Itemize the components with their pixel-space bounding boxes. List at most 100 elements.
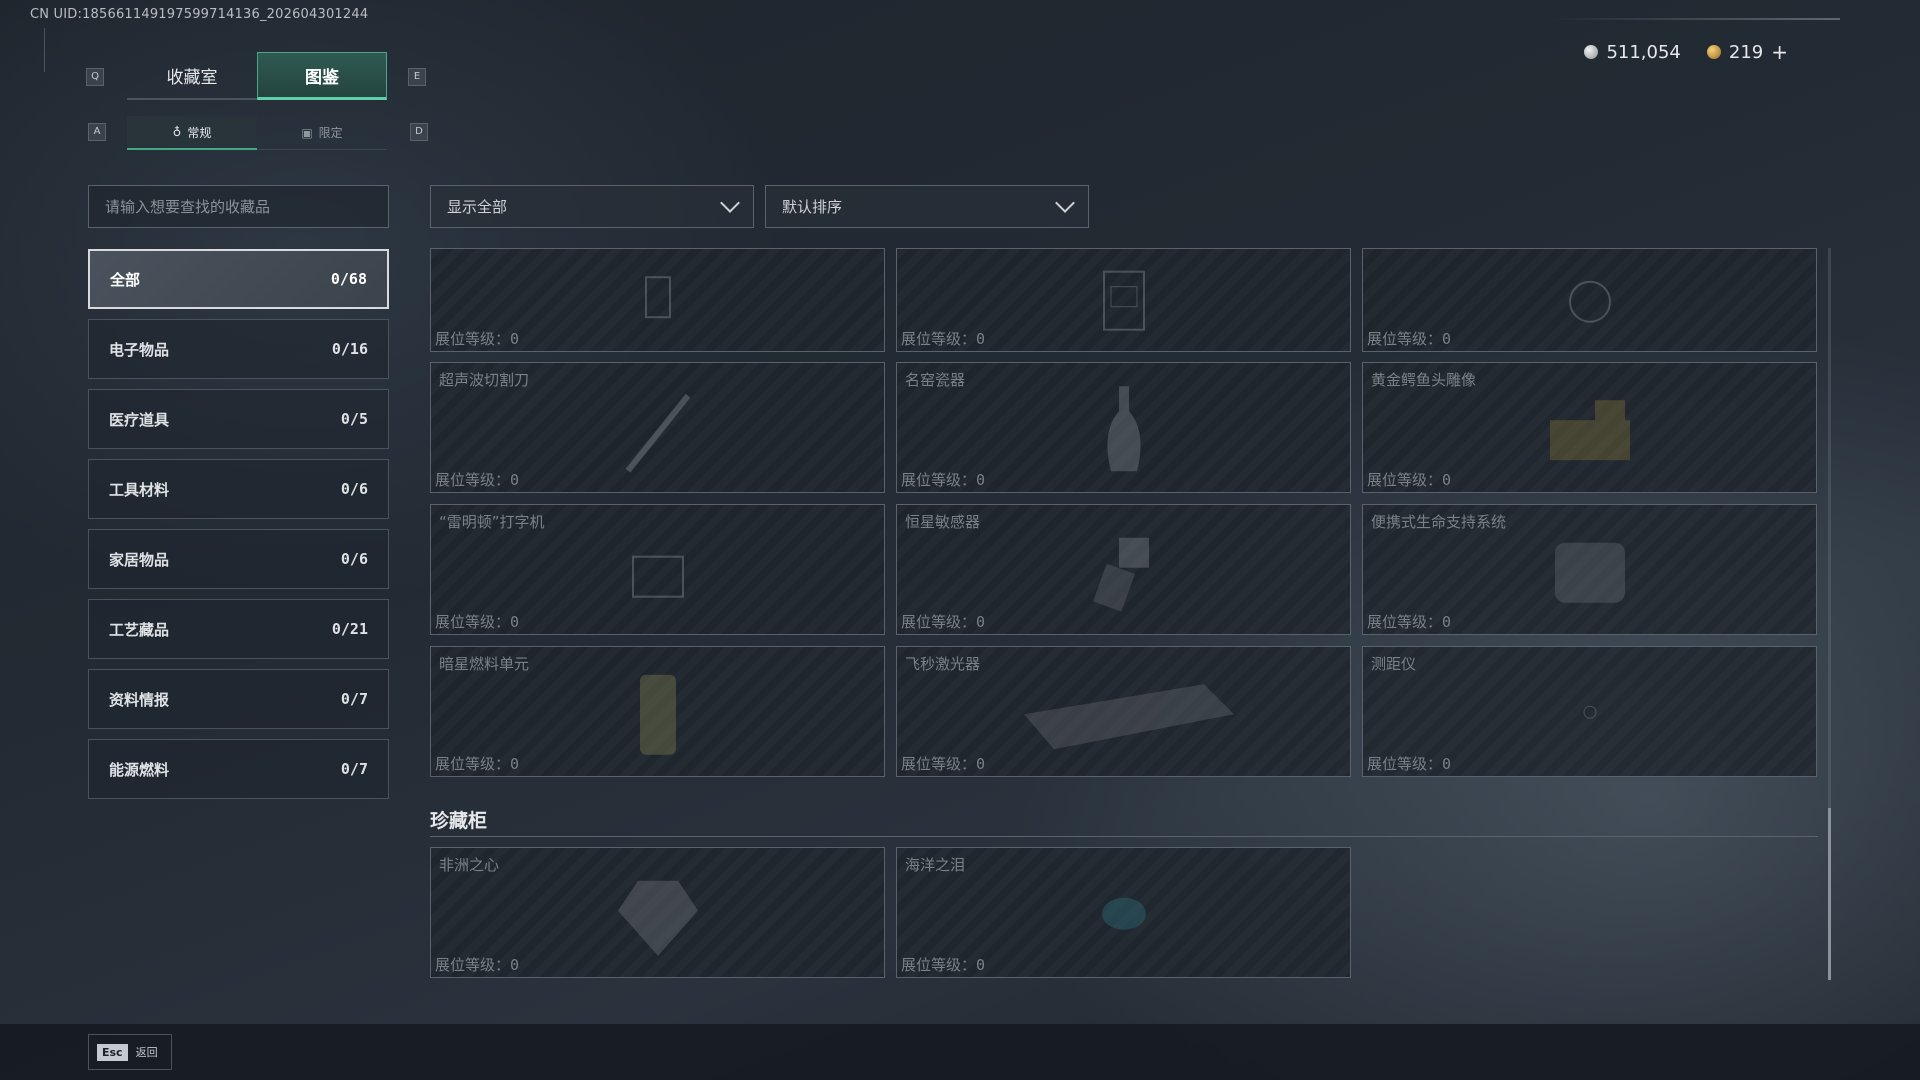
image-icon: ▣	[301, 125, 313, 140]
item-name: 黄金鳄鱼头雕像	[1371, 371, 1477, 389]
item-name: 测距仪	[1371, 655, 1417, 673]
item-name: 飞秒激光器	[905, 655, 981, 673]
item-card[interactable]: 黄金鳄鱼头雕像 展位等级：0	[1362, 362, 1817, 493]
category-count: 0/21	[331, 620, 368, 638]
category-label: 能源燃料	[109, 760, 170, 779]
item-level: 展位等级：0	[901, 330, 986, 348]
teardrop-gem-icon	[1094, 888, 1154, 942]
category-fuel[interactable]: 能源燃料 0/7	[88, 739, 389, 799]
item-card[interactable]: 展位等级：0	[1362, 248, 1817, 352]
silver-amount: 511,054	[1606, 41, 1681, 63]
category-medical[interactable]: 医疗道具 0/5	[88, 389, 389, 449]
bottom-bar	[0, 1024, 1920, 1080]
typewriter-icon	[623, 536, 693, 610]
item-card[interactable]: 暗星燃料单元 展位等级：0	[430, 646, 885, 777]
vase-icon	[1099, 381, 1149, 485]
gold-amount: 219	[1728, 41, 1764, 63]
category-all[interactable]: 全部 0/68	[88, 249, 389, 309]
item-level: 展位等级：0	[1367, 471, 1452, 489]
item-level: 展位等级：0	[1367, 613, 1452, 631]
tab-limited[interactable]: ▣ 限定	[257, 116, 387, 150]
category-label: 全部	[110, 270, 141, 289]
silver-coin-icon	[1584, 45, 1599, 59]
item-card[interactable]: 名窑瓷器 展位等级：0	[896, 362, 1351, 493]
tab-codex[interactable]: 图鉴	[257, 52, 387, 100]
item-card[interactable]: 海洋之泪 展位等级：0	[896, 847, 1351, 978]
item-card[interactable]: 展位等级：0	[896, 248, 1351, 352]
back-label: 返回	[135, 1046, 158, 1059]
silver-currency: 511,054	[1584, 41, 1681, 63]
category-crafts[interactable]: 工艺藏品 0/21	[88, 599, 389, 659]
item-level: 展位等级：0	[1367, 330, 1452, 348]
show-filter-dropdown[interactable]: 显示全部	[430, 185, 754, 228]
hotkey-prev-sub[interactable]: A	[88, 123, 106, 141]
gold-currency: 219 +	[1706, 40, 1788, 64]
item-name: 暗星燃料单元	[439, 655, 530, 673]
search-input[interactable]	[88, 185, 389, 228]
sort-dropdown[interactable]: 默认排序	[765, 185, 1089, 228]
category-label: 家居物品	[109, 550, 170, 569]
item-level: 展位等级：0	[435, 471, 520, 489]
category-intel[interactable]: 资料情报 0/7	[88, 669, 389, 729]
item-level: 展位等级：0	[901, 755, 986, 773]
tab-collection-room[interactable]: 收藏室	[127, 52, 257, 100]
esc-key-icon: Esc	[97, 1043, 128, 1061]
item-card[interactable]: 测距仪 展位等级：0	[1362, 646, 1817, 777]
item-level: 展位等级：0	[901, 471, 986, 489]
category-household[interactable]: 家居物品 0/6	[88, 529, 389, 589]
item-name: 超声波切割刀	[439, 371, 530, 389]
scrollbar-thumb[interactable]	[1828, 808, 1831, 980]
category-count: 0/7	[340, 760, 368, 778]
tab-regular[interactable]: ♁ 常规	[127, 116, 257, 150]
category-count: 0/7	[340, 690, 368, 708]
add-currency-button[interactable]: +	[1771, 40, 1788, 64]
heart-gem-icon	[608, 870, 708, 964]
category-count: 0/5	[340, 410, 368, 428]
item-card[interactable]: 超声波切割刀 展位等级：0	[430, 362, 885, 493]
rangefinder-icon	[1570, 692, 1610, 736]
item-card[interactable]: 展位等级：0	[430, 248, 885, 352]
category-label: 工具材料	[109, 480, 170, 499]
top-decoration-line	[1550, 18, 1840, 20]
item-level: 展位等级：0	[1367, 755, 1452, 773]
hotkey-prev-main[interactable]: Q	[86, 68, 104, 86]
left-decoration	[44, 28, 50, 72]
item-level: 展位等级：0	[435, 613, 520, 631]
item-card[interactable]: 便携式生命支持系统 展位等级：0	[1362, 504, 1817, 635]
item-card[interactable]: 飞秒激光器 展位等级：0	[896, 646, 1351, 777]
hotkey-next-sub[interactable]: D	[410, 123, 428, 141]
knife-icon	[618, 385, 698, 479]
item-name: 恒星敏感器	[905, 513, 981, 531]
category-count: 0/16	[331, 340, 368, 358]
tab-regular-label: 常规	[187, 125, 212, 140]
item-level: 展位等级：0	[435, 330, 520, 348]
sort-value: 默认排序	[782, 198, 843, 216]
sensor-icon	[1084, 527, 1164, 621]
item-card[interactable]: 恒星敏感器 展位等级：0	[896, 504, 1351, 635]
item-card[interactable]: “雷明顿”打字机 展位等级：0	[430, 504, 885, 635]
life-support-icon	[1545, 527, 1635, 621]
category-count: 0/6	[340, 480, 368, 498]
gold-coin-icon	[1706, 45, 1721, 59]
uid-label: CN UID:185661149197599714136_20260430124…	[30, 7, 369, 22]
item-level: 展位等级：0	[901, 613, 986, 631]
category-label: 资料情报	[109, 690, 170, 709]
category-tools[interactable]: 工具材料 0/6	[88, 459, 389, 519]
laser-icon	[1004, 674, 1244, 758]
statue-icon	[1540, 390, 1640, 474]
item-name: 非洲之心	[439, 856, 500, 874]
item-name: 便携式生命支持系统	[1371, 513, 1507, 531]
item-card[interactable]: 非洲之心 展位等级：0	[430, 847, 885, 978]
tab-limited-label: 限定	[318, 126, 343, 140]
item-silhouette-icon	[1089, 267, 1159, 341]
item-level: 展位等级：0	[435, 755, 520, 773]
back-button[interactable]: Esc 返回	[88, 1034, 172, 1070]
hotkey-next-main[interactable]: E	[408, 68, 426, 86]
item-silhouette-icon	[1560, 267, 1620, 341]
cabinet-title: 珍藏柜	[430, 810, 488, 832]
category-electronics[interactable]: 电子物品 0/16	[88, 319, 389, 379]
category-label: 医疗道具	[109, 410, 170, 429]
scrollbar[interactable]	[1828, 248, 1831, 980]
item-name: 名窑瓷器	[905, 371, 966, 389]
fuel-cell-icon	[628, 669, 688, 763]
